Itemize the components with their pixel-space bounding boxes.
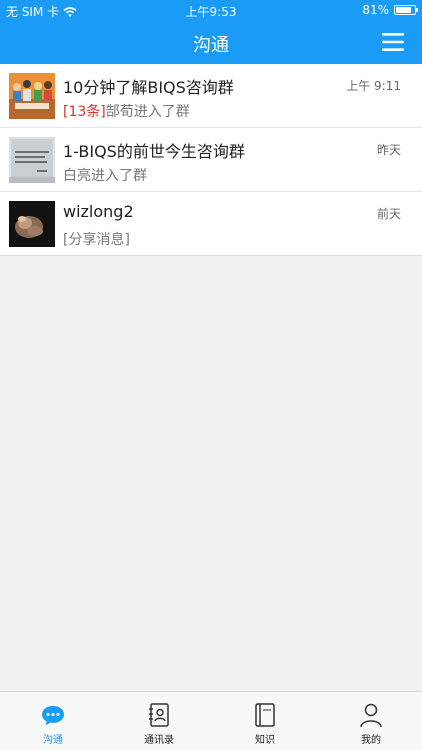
tab-label: 我的 xyxy=(361,735,381,746)
page-title: 沟通 xyxy=(193,35,229,56)
hand-photo-avatar xyxy=(9,201,55,247)
tab-knowledge[interactable]: 知识 xyxy=(212,692,318,750)
tab-bar: 沟通 通讯录 知识 我的 xyxy=(0,691,422,750)
chat-preview: 白亮进入了群 xyxy=(63,168,147,184)
chat-list: 10分钟了解BIQS咨询群 上午 9:11 [13条]郜荀进入了群 1-BIQS… xyxy=(0,64,422,256)
chat-item[interactable]: 1-BIQS的前世今生咨询群 昨天 白亮进入了群 xyxy=(0,128,422,192)
chat-item[interactable]: wizlong2 前天 [分享消息] xyxy=(0,192,422,256)
tab-label: 沟通 xyxy=(43,735,63,746)
chat-bubble-icon xyxy=(42,706,64,726)
chat-time: 前天 xyxy=(376,207,401,221)
tab-contacts[interactable]: 通讯录 xyxy=(106,692,212,750)
app-header: 无 SIM 卡 上午9:53 81% 沟通 xyxy=(0,0,422,64)
chat-preview: [分享消息] xyxy=(63,232,130,248)
person-icon xyxy=(360,703,382,728)
chat-time: 上午 9:11 xyxy=(346,79,401,93)
tab-label: 知识 xyxy=(255,735,275,746)
chat-preview: [13条]郜荀进入了群 xyxy=(63,101,402,121)
battery-icon xyxy=(394,5,418,15)
battery-percent: 81% xyxy=(362,3,389,17)
group-photo-avatar xyxy=(9,73,55,119)
book-icon xyxy=(255,703,275,727)
tab-label: 通讯录 xyxy=(144,735,174,746)
slide-thumbnail-avatar xyxy=(9,137,55,183)
nav-bar: 沟通 xyxy=(0,20,422,64)
chat-time: 昨天 xyxy=(376,143,401,157)
menu-icon xyxy=(382,33,404,51)
unread-badge: [13条] xyxy=(63,104,106,120)
chat-item[interactable]: 10分钟了解BIQS咨询群 上午 9:11 [13条]郜荀进入了群 xyxy=(0,64,422,128)
chat-preview-text: 郜荀进入了群 xyxy=(105,104,190,120)
status-right: 81% xyxy=(362,3,418,17)
status-bar: 无 SIM 卡 上午9:53 81% xyxy=(0,0,422,20)
chat-title: 1-BIQS的前世今生咨询群 xyxy=(63,142,245,161)
tab-profile[interactable]: 我的 xyxy=(318,692,422,750)
menu-button[interactable] xyxy=(382,32,404,52)
contacts-book-icon xyxy=(149,703,169,727)
battery-fill xyxy=(396,7,411,13)
status-time: 上午9:53 xyxy=(185,5,237,19)
tab-chat[interactable]: 沟通 xyxy=(0,692,106,750)
chat-title: wizlong2 xyxy=(63,202,134,221)
chat-title: 10分钟了解BIQS咨询群 xyxy=(63,78,234,97)
